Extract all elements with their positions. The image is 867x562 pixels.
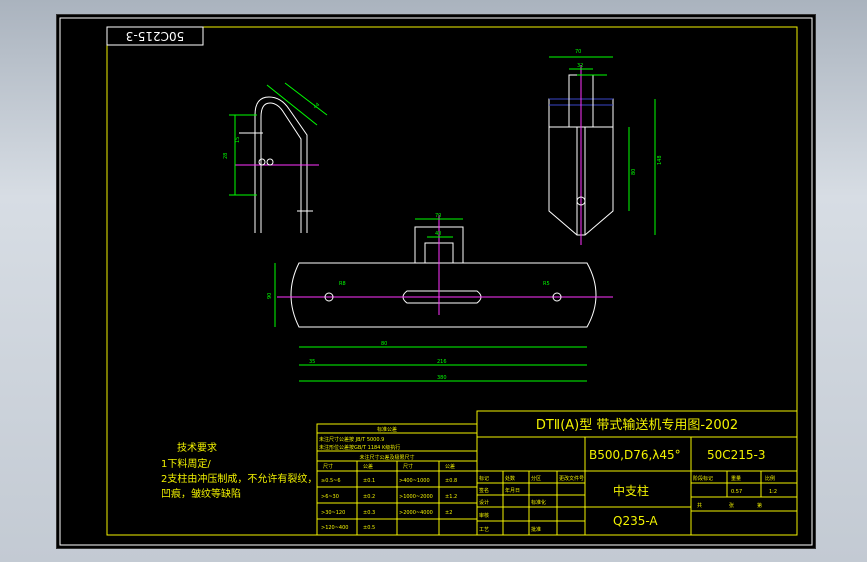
tol-r2-c3: >1000~2000 — [399, 494, 433, 500]
drawing-sheet[interactable]: 50C215-3 28 15 44 70 32 148 80 70 40 80 … — [56, 14, 816, 549]
spec-text: B500,D76,λ45° — [589, 448, 681, 462]
title-block: DTⅡ(A)型 带式输送机专用图-2002 B500,D76,λ45° 50C2… — [476, 410, 798, 536]
plan-dim-4: 35 — [309, 359, 315, 365]
rev-label-2: 处数 — [505, 475, 515, 482]
sheet-label-total: 共 — [697, 502, 702, 509]
part-name: 中支柱 — [613, 483, 649, 498]
plan-dim-top: 70 — [435, 213, 441, 219]
tol-col-1: 尺寸 — [323, 463, 333, 470]
tol-r4-c1: >120~400 — [321, 525, 348, 531]
side-view: 70 32 148 80 — [548, 49, 663, 245]
technical-requirements: 技术要求 1下料周定/ 2支柱由冲压制成，不允许有裂纹， 凹痕，皱纹等缺陷 — [161, 441, 317, 500]
tol-r1-c2: ±0.1 — [363, 478, 375, 484]
drawing-title: DTⅡ(A)型 带式输送机专用图-2002 — [536, 417, 738, 433]
front-dim-1: 28 — [223, 153, 229, 159]
plan-dim-slot: 40 — [435, 231, 441, 237]
tol-r4-c2: ±0.5 — [363, 525, 375, 531]
tol-r2-c4: ±1.2 — [445, 494, 457, 500]
sign-label-2: 标准化 — [531, 499, 546, 506]
rev-label-4: 更改文件号 — [559, 475, 584, 482]
sheet-label-sheet: 第 — [757, 502, 762, 509]
tolerance-table: 标准公差 未注尺寸公差按 JB/T 5000.9 未注形位公差按GB/T 118… — [316, 423, 478, 536]
material: Q235-A — [613, 514, 658, 528]
sign-label-5: 批准 — [531, 526, 541, 533]
front-dim-2: 15 — [235, 137, 241, 143]
tolerance-note-2: 未注形位公差按GB/T 1184 K级执行 — [319, 444, 400, 451]
plan-dim-1: 80 — [381, 341, 387, 347]
rev-label-3: 分区 — [531, 475, 541, 482]
plan-dim-2: 216 — [437, 359, 447, 365]
rev-label-5: 签名 — [479, 487, 489, 494]
tol-r1-c1: ≥0.5~6 — [321, 478, 341, 484]
tol-r3-c4: ±2 — [445, 510, 452, 516]
block-value-scale: 1:2 — [769, 489, 777, 495]
sign-label-3: 审核 — [479, 512, 489, 519]
plan-radius-2: R5 — [543, 281, 550, 287]
tol-r1-c4: ±0.8 — [445, 478, 457, 484]
tol-col-3: 尺寸 — [403, 463, 413, 470]
block-label-scale: 比例 — [765, 475, 775, 482]
tech-req-line-2: 2支柱由冲压制成，不允许有裂纹， — [161, 472, 317, 485]
side-dim-slot: 32 — [577, 63, 583, 69]
side-dim-top: 70 — [575, 49, 581, 55]
tech-req-heading: 技术要求 — [177, 441, 217, 454]
drawing-canvas[interactable]: 50C215-3 28 15 44 70 32 148 80 70 40 80 … — [57, 15, 815, 548]
tol-r3-c2: ±0.3 — [363, 510, 375, 516]
tech-req-line-3: 凹痕，皱纹等缺陷 — [161, 487, 241, 500]
rev-label-6: 年月日 — [505, 487, 520, 494]
side-dim-mid: 80 — [631, 169, 637, 175]
tol-r2-c1: >6~30 — [321, 494, 339, 500]
tol-r2-c2: ±0.2 — [363, 494, 375, 500]
block-label-weight: 重量 — [731, 475, 741, 482]
plan-dim-3: 380 — [437, 375, 447, 381]
tol-r3-c1: >30~120 — [321, 510, 345, 516]
drawing-code: 50C215-3 — [707, 448, 766, 462]
tech-req-line-1: 1下料周定/ — [161, 457, 211, 470]
block-label-stage: 阶段标记 — [693, 475, 713, 482]
tol-r3-c3: >2000~4000 — [399, 510, 433, 516]
sheet-label-of: 张 — [729, 502, 734, 509]
front-view: 28 15 44 — [223, 82, 328, 233]
tolerance-note-1: 未注尺寸公差按 JB/T 5000.9 — [319, 436, 384, 443]
tol-col-2: 公差 — [363, 463, 373, 470]
tol-col-4: 公差 — [445, 463, 455, 470]
tolerance-subheading: 未注尺寸公差及极限尺寸 — [359, 454, 414, 461]
sign-label-1: 设计 — [479, 499, 489, 506]
tolerance-heading: 标准公差 — [377, 426, 397, 433]
plan-dim-5: 90 — [267, 293, 273, 299]
rev-label-1: 标记 — [479, 475, 489, 482]
plan-view: 70 40 80 216 380 35 90 R8 R5 — [267, 213, 613, 382]
plan-radius-1: R8 — [339, 281, 346, 287]
code-stamp: 50C215-3 — [126, 29, 185, 43]
sign-label-4: 工艺 — [479, 527, 489, 533]
tol-r1-c3: >400~1000 — [399, 478, 430, 484]
side-dim-height: 148 — [657, 155, 663, 165]
block-value-weight: 0.57 — [731, 489, 742, 495]
